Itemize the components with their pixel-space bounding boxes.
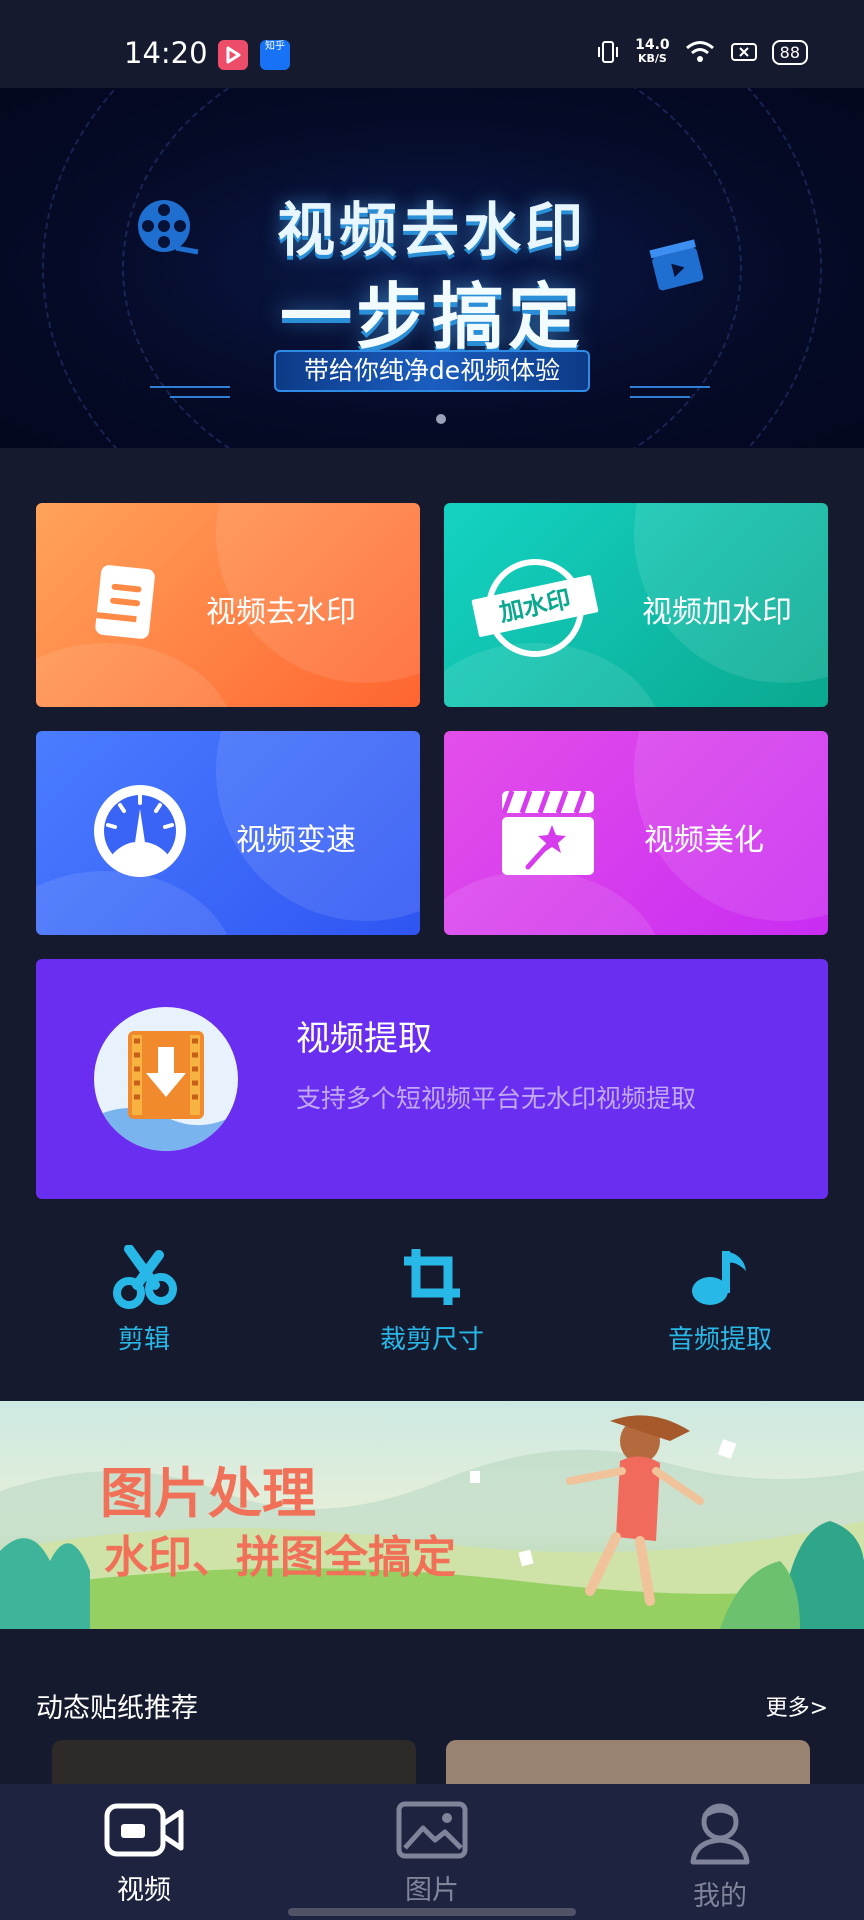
music-note-icon [692, 1251, 746, 1305]
zhihu-notification-icon: 知乎 [260, 40, 290, 70]
remove-watermark-card[interactable]: 视频去水印 [36, 503, 420, 707]
promo-banner[interactable]: 视频去水印 一步搞定 带给你纯净de视频体验 [0, 88, 864, 448]
status-bar: 14:20 知乎 14.0 KB/S 88 [0, 0, 864, 88]
tool-crop-size[interactable]: 裁剪尺寸 [332, 1245, 532, 1356]
remove-watermark-label: 视频去水印 [206, 595, 356, 630]
sim-card-icon [730, 43, 757, 61]
add-watermark-card[interactable]: 加水印 视频加水印 [444, 503, 828, 707]
crop-icon [404, 1249, 460, 1305]
status-time: 14:20 [124, 36, 208, 70]
banner-circuit-line [170, 396, 230, 398]
card-decoration [36, 643, 236, 707]
video-extract-title: 视频提取 [296, 1019, 432, 1059]
tool-audio-extract-label: 音频提取 [667, 1325, 772, 1355]
wifi-icon [685, 41, 714, 62]
user-icon [690, 1803, 750, 1865]
video-app-notification-icon [218, 40, 248, 70]
network-speed-value: 14.0 [635, 37, 670, 53]
tool-audio-extract[interactable]: 音频提取 [620, 1245, 820, 1356]
card-decoration [444, 871, 664, 935]
tool-edit-label: 剪辑 [117, 1325, 170, 1355]
picture-banner-title: 图片处理 [100, 1461, 316, 1525]
watermark-stamp-icon: 加水印 [471, 553, 599, 663]
banner-title-line1: 视频去水印 [276, 196, 587, 264]
tab-profile-label: 我的 [693, 1881, 747, 1912]
tab-video-label: 视频 [117, 1875, 171, 1906]
bottom-tab-bar: 视频 图片 我的 [0, 1784, 864, 1920]
sticker-more-link[interactable]: 更多> [766, 1690, 828, 1722]
document-icon [95, 565, 155, 639]
magic-clapper-icon [501, 791, 594, 875]
tool-edit[interactable]: 剪辑 [44, 1244, 244, 1356]
network-speed-unit: KB/S [637, 52, 667, 65]
add-watermark-label: 视频加水印 [642, 595, 792, 630]
video-speed-card[interactable]: 视频变速 [36, 731, 420, 935]
tab-image[interactable]: 图片 [362, 1800, 502, 1907]
network-speed: 14.0 KB/S [635, 38, 670, 66]
sticker-section-title: 动态贴纸推荐 [36, 1693, 198, 1724]
banner-title-line2: 一步搞定 [279, 275, 584, 359]
banner-circuit-line [630, 386, 710, 388]
banner-circuit-line [150, 386, 230, 388]
banner-subtitle: 带给你纯净de视频体验 [274, 350, 590, 392]
picture-processing-banner[interactable]: 图片处理 水印、拼图全搞定 [0, 1401, 864, 1629]
picture-banner-subtitle: 水印、拼图全搞定 [104, 1532, 456, 1583]
image-icon [396, 1801, 468, 1859]
video-speed-label: 视频变速 [236, 823, 356, 858]
speedometer-icon [94, 785, 186, 877]
tool-crop-size-label: 裁剪尺寸 [379, 1325, 484, 1355]
banner-circuit-line [630, 396, 690, 398]
carousel-indicator-dot [436, 414, 446, 424]
video-beautify-label: 视频美化 [644, 823, 764, 858]
tab-video[interactable]: 视频 [74, 1800, 214, 1907]
video-camera-icon [104, 1803, 184, 1857]
video-extract-description: 支持多个短视频平台无水印视频提取 [296, 1084, 697, 1113]
battery-indicator: 88 [771, 39, 808, 65]
tab-profile[interactable]: 我的 [650, 1800, 790, 1913]
video-download-icon [94, 1007, 238, 1151]
vibrate-icon [598, 41, 619, 63]
status-indicators: 14.0 KB/S 88 [595, 38, 808, 66]
home-indicator [288, 1908, 576, 1916]
tab-image-label: 图片 [405, 1875, 459, 1906]
video-beautify-card[interactable]: 视频美化 [444, 731, 828, 935]
video-extract-card[interactable]: 视频提取 支持多个短视频平台无水印视频提取 [36, 959, 828, 1199]
scissors-icon [113, 1244, 177, 1309]
